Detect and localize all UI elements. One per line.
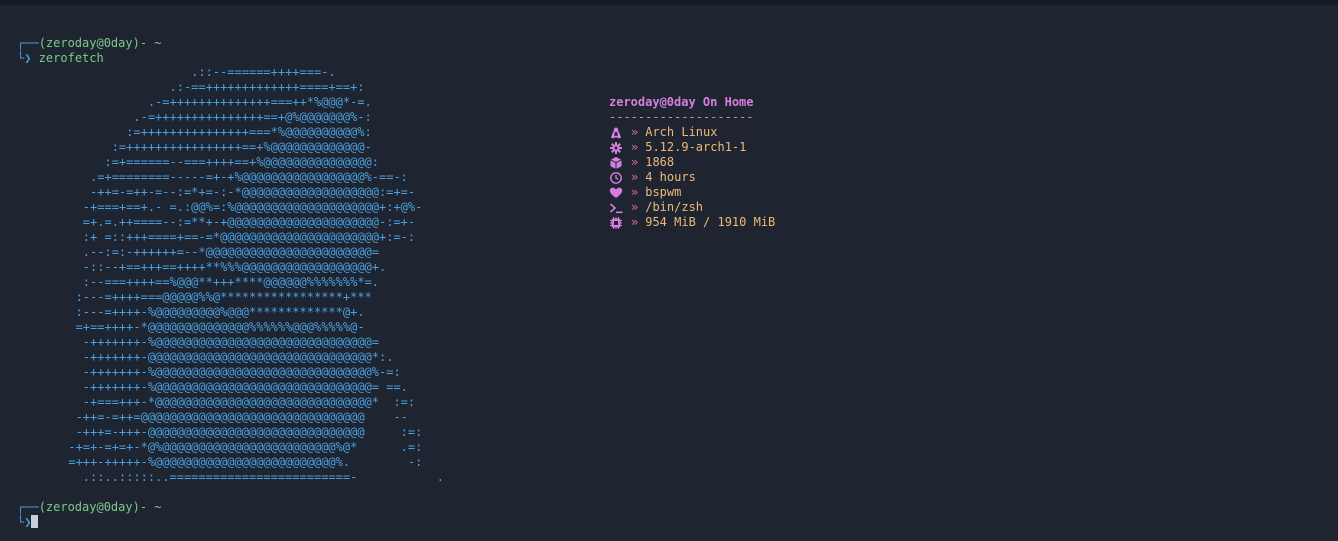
command-text: zerofetch (38, 51, 104, 65)
ascii-art-line: -+++++++-%@@@@@@@@@@@@@@@@@@@@@@@@@@@@@@… (25, 335, 380, 349)
info-row-packages: » 1868 (609, 155, 775, 170)
tux-icon (609, 127, 623, 139)
ascii-art-line: -+===+++-*@@@@@@@@@@@@@@@@@@@@@@@@@@@@@@… (25, 395, 416, 409)
packages-value: 1868 (645, 155, 675, 169)
info-row-kernel: » 5.12.9-arch1-1 (609, 140, 775, 155)
ascii-art-line: .--:=:-++++++=--*@@@@@@@@@@@@@@@@@@@@@@@… (25, 245, 380, 259)
prompt-dash: - (139, 500, 155, 514)
ascii-art-line: -++=-=++=@@@@@@@@@@@@@@@@@@@@@@@@@@@@@@@… (25, 410, 408, 424)
terminal-icon (609, 202, 623, 214)
package-icon (609, 156, 623, 169)
prompt-line: ┌──(zeroday@0day)- ~ (17, 500, 162, 515)
heart-icon (609, 187, 623, 199)
row-arrow: » (631, 185, 639, 199)
shell-value: /bin/zsh (645, 200, 704, 214)
ascii-art-line: .::--======++++===-. (25, 65, 336, 79)
prompt-path: ~ (154, 36, 162, 50)
clock-icon (609, 171, 623, 184)
row-arrow: » (631, 140, 639, 154)
command-line[interactable]: └❯ (17, 515, 162, 530)
system-info-panel: zeroday@0day On Home -------------------… (609, 95, 775, 230)
prompt-corner-icon: ┌── (17, 36, 39, 50)
prompt-chevron-icon: ❯ (24, 51, 32, 65)
command-line: └❯ zerofetch (17, 51, 162, 66)
prompt-user-host: (zeroday@0day) (38, 500, 140, 514)
ascii-art-line: -+++++++-@@@@@@@@@@@@@@@@@@@@@@@@@@@@@@@… (25, 350, 394, 364)
ascii-art-line: =+++-+++++-%@@@@@@@@@@@@@@@@@@@@@@@@@%. … (25, 455, 423, 469)
ascii-art-line: -+++=-+++-@@@@@@@@@@@@@@@@@@@@@@@@@@@@@@… (25, 425, 423, 439)
ascii-art-line: .:-==+++++++++++++====+==+: (25, 80, 365, 94)
prompt-dash: - (139, 36, 155, 50)
ascii-art-line: :=+======--===++++==+%@@@@@@@@@@@@@@@: (25, 155, 380, 169)
ascii-art-line: -+===+==+.- =.:@@%=:%@@@@@@@@@@@@@@@@@@@… (25, 200, 423, 214)
row-arrow: » (631, 170, 639, 184)
ascii-art-line: -+++++++-%@@@@@@@@@@@@@@@@@@@@@@@@@@@@@@… (25, 365, 401, 379)
ascii-art-logo: .::--======++++===-. .:-==+++++++++++++=… (25, 65, 444, 485)
row-arrow: » (631, 200, 639, 214)
ascii-art-line: -+++++++-%@@@@@@@@@@@@@@@@@@@@@@@@@@@@@@… (25, 380, 408, 394)
ascii-art-line: .::..:::::..=========================- . (25, 470, 445, 484)
ascii-art-line: :--===++++==%@@@**+++****@@@@@@%%%%%%%*=… (25, 275, 380, 289)
prompt-block-1: ┌──(zeroday@0day)- ~ └❯ zerofetch (17, 36, 162, 66)
ascii-art-line: =+.=.++====--:=**+-+@@@@@@@@@@@@@@@@@@@@… (25, 215, 416, 229)
prompt-line: ┌──(zeroday@0day)- ~ (17, 36, 162, 51)
info-title: zeroday@0day On Home (609, 95, 754, 109)
ascii-art-line: -::--+==+++==++++**%%%@@@@@@@@@@@@@@@@@@… (25, 260, 387, 274)
ascii-art-line: :---=++++-%@@@@@@@@@%@@@*************@+. (25, 305, 365, 319)
info-separator: -------------------- (609, 110, 754, 124)
memory-icon (609, 216, 623, 229)
memory-value: 954 MiB / 1910 MiB (645, 215, 776, 229)
ascii-art-line: -++=-=++-=--:=*+=-:-*@@@@@@@@@@@@@@@@@@@… (25, 185, 416, 199)
ascii-art-line: -+=+-=+=+-*@%@@@@@@@@@@@@@@@@@@@@@@@@%@*… (25, 440, 423, 454)
info-row-uptime: » 4 hours (609, 170, 775, 185)
gear-icon (609, 141, 623, 154)
ascii-art-line: .-=++++++++++++++===++*%@@@*-=. (25, 95, 372, 109)
os-value: Arch Linux (645, 125, 718, 139)
info-row-os: » Arch Linux (609, 125, 775, 140)
ascii-art-line: :=++++++++++++++++==+%@@@@@@@@@@@@@- (25, 140, 372, 154)
info-row-shell: » /bin/zsh (609, 200, 775, 215)
kernel-value: 5.12.9-arch1-1 (645, 140, 747, 154)
wm-value: bspwm (645, 185, 682, 199)
prompt-user-host: (zeroday@0day) (38, 36, 140, 50)
prompt-corner-icon: ┌── (17, 500, 39, 514)
info-row-wm: » bspwm (609, 185, 775, 200)
ascii-art-line: =+==++++-*@@@@@@@@@@@@@@%%%%%%@@@%%%%%@- (25, 320, 365, 334)
row-arrow: » (631, 155, 639, 169)
terminal-top-bar (0, 0, 1338, 5)
ascii-art-line: :+ =::+++====+==-=*@@@@@@@@@@@@@@@@@@@@@… (25, 230, 416, 244)
row-arrow: » (631, 215, 639, 229)
text-cursor[interactable] (31, 515, 39, 528)
ascii-art-line: .=+========-----=+-+%@@@@@@@@@@@@@@@@@%-… (25, 170, 408, 184)
ascii-art-line: :=+++++++++++++++===*%@@@@@@@@@@%: (25, 125, 372, 139)
info-row-memory: » 954 MiB / 1910 MiB (609, 215, 775, 230)
uptime-value: 4 hours (645, 170, 696, 184)
ascii-art-line: .-=+++++++++++++++==+@%@@@@@@@%-: (25, 110, 372, 124)
prompt-chevron-icon: ❯ (24, 515, 32, 529)
ascii-art-line: :---=++++===@@@@@%%@*****************+**… (25, 290, 372, 304)
prompt-block-2: ┌──(zeroday@0day)- ~ └❯ (17, 500, 162, 530)
row-arrow: » (631, 125, 639, 139)
prompt-path: ~ (154, 500, 162, 514)
